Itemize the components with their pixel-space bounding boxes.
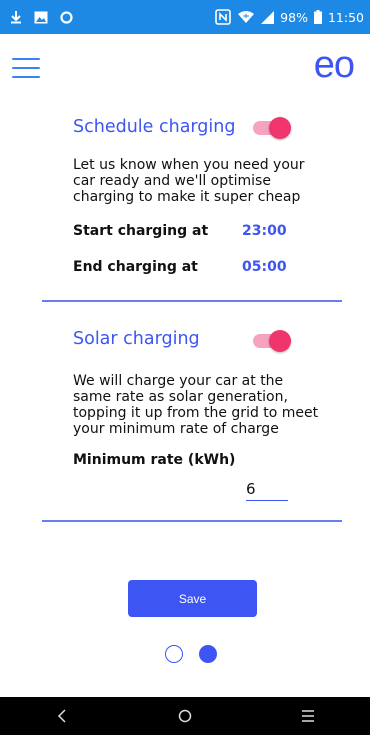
eo-logo: eo [313, 44, 355, 86]
battery-percent: 98% [280, 9, 308, 25]
solar-description-line: same rate as solar generation, [73, 389, 288, 405]
status-bar: 98% 11:50 [0, 0, 370, 34]
end-charging-time[interactable]: 05:00 [242, 259, 287, 275]
cell-signal-icon [261, 10, 275, 24]
solar-charging-title: Solar charging [73, 329, 200, 349]
system-nav-bar [0, 697, 370, 735]
status-bar-right: 98% 11:50 [215, 9, 364, 25]
schedule-description-line: Let us know when you need your [73, 157, 305, 173]
recents-icon [302, 710, 315, 722]
toggle-knob [269, 117, 291, 139]
end-charging-label: End charging at [73, 259, 198, 275]
solar-description-line: your minimum rate of charge [73, 421, 279, 437]
solar-charging-toggle[interactable] [253, 330, 291, 352]
home-button[interactable] [165, 697, 205, 735]
minimum-rate-label: Minimum rate (kWh) [73, 452, 236, 468]
solar-description-line: We will charge your car at the [73, 373, 284, 389]
start-charging-time[interactable]: 23:00 [242, 223, 287, 239]
schedule-charging-toggle[interactable] [253, 117, 291, 139]
back-icon [57, 709, 66, 723]
section-divider [42, 520, 342, 522]
circle-notification-icon [60, 10, 73, 24]
clock: 11:50 [327, 9, 364, 25]
download-notification-icon [10, 10, 22, 24]
section-divider [42, 300, 342, 302]
menu-icon[interactable] [12, 58, 40, 78]
schedule-description: Let us know when you need your car ready… [73, 157, 305, 205]
start-charging-label: Start charging at [73, 223, 209, 239]
schedule-description-line: charging to make it super cheap [73, 189, 301, 205]
image-notification-icon [34, 11, 48, 24]
battery-icon [313, 10, 322, 24]
schedule-charging-title: Schedule charging [73, 117, 236, 137]
solar-description: We will charge your car at the same rate… [73, 373, 318, 437]
recents-button[interactable] [288, 697, 328, 735]
wifi-icon [237, 10, 255, 24]
save-button[interactable]: Save [128, 580, 257, 617]
page-indicator-1[interactable] [165, 645, 183, 663]
nfc-icon [215, 9, 231, 25]
solar-description-line: topping it up from the grid to meet [73, 405, 319, 421]
toggle-knob [269, 330, 291, 352]
home-icon [178, 709, 192, 723]
minimum-rate-input[interactable] [246, 480, 288, 501]
back-button[interactable] [42, 697, 82, 735]
menu-icon-line [12, 67, 40, 69]
status-bar-left [10, 10, 73, 24]
menu-icon-line [12, 58, 40, 60]
menu-icon-line [12, 76, 40, 78]
page-indicator-2[interactable] [199, 645, 217, 663]
schedule-description-line: car ready and we'll optimise [73, 173, 271, 189]
